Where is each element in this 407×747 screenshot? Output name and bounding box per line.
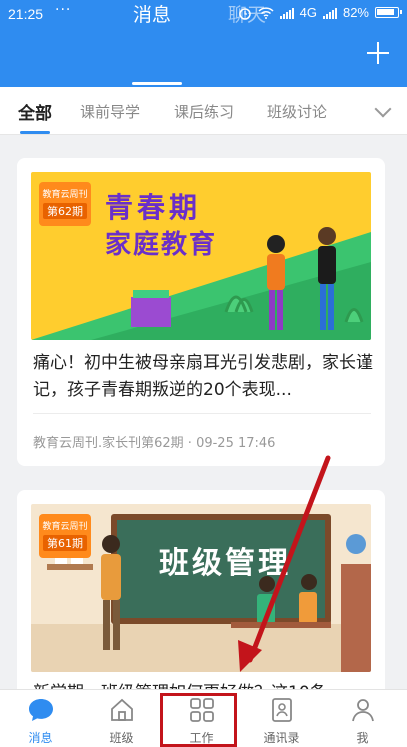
status-bar: 21:25 ··· 4G 82%: [0, 0, 407, 28]
issue-badge: 教育云周刊 第62期: [39, 182, 91, 226]
status-time: 21:25: [8, 6, 44, 22]
badge-issue: 第61期: [43, 535, 87, 551]
badge-publication: 教育云周刊: [42, 190, 88, 200]
filter-tab-indicator: [20, 131, 50, 134]
battery-icon: [375, 7, 402, 18]
banner-headline-2: 家庭教育: [105, 230, 218, 260]
issue-badge: 教育云周刊 第61期: [39, 514, 91, 558]
nav-messages-label: 消息: [28, 731, 53, 745]
nav-class[interactable]: 班级: [81, 690, 162, 747]
status-dots: ···: [55, 2, 72, 18]
chevron-down-icon[interactable]: [374, 100, 392, 118]
banner-headline-1: 青春期: [105, 191, 202, 224]
filter-tab-preview[interactable]: 课前导学: [80, 101, 140, 122]
person-icon: [352, 699, 374, 722]
tab-messages[interactable]: 消息: [133, 0, 171, 27]
nav-me[interactable]: 我: [322, 690, 403, 747]
tab-chat[interactable]: 聊天: [228, 0, 266, 27]
divider: [33, 413, 371, 414]
network-type: 4G: [299, 5, 317, 20]
article-title[interactable]: 痛心！初中生被母亲扇耳光引发悲剧，家长谨记，孩子青春期叛逆的20个表现...: [33, 350, 373, 404]
signal-icon: [279, 7, 294, 19]
badge-issue: 第62期: [43, 203, 87, 219]
battery-percent: 82%: [342, 5, 369, 20]
article-meta: 教育云周刊.家长刊第62期 · 09-25 17:46: [33, 436, 276, 451]
add-icon[interactable]: [367, 42, 389, 64]
article-thumbnail: 教育云周刊 第61期 班级管理: [31, 504, 371, 672]
feed-card[interactable]: 教育云周刊 第61期 班级管理 新学期，班级管理如何更好做？这10条...: [17, 490, 385, 700]
article-thumbnail: 教育云周刊 第62期 青春期 家庭教育: [31, 172, 371, 340]
feed-card[interactable]: 教育云周刊 第62期 青春期 家庭教育 痛心！初中生被母亲扇耳光引发悲剧，家长谨…: [17, 158, 385, 466]
banner-headline-1: 班级管理: [159, 546, 291, 581]
filter-tab-all[interactable]: 全部: [18, 99, 52, 124]
house-icon: [111, 698, 133, 721]
filter-tabs: 全部 课前导学 课后练习 班级讨论: [0, 87, 407, 135]
filter-tab-exercise[interactable]: 课后练习: [174, 101, 234, 122]
nav-contacts-label: 通讯录: [263, 731, 300, 745]
filter-tab-discussion[interactable]: 班级讨论: [267, 101, 327, 122]
chat-bubble-icon: [29, 699, 53, 721]
badge-publication: 教育云周刊: [42, 522, 88, 532]
app-header: 21:25 ··· 4G 82% 消息 聊天: [0, 0, 407, 87]
contacts-icon: [272, 698, 292, 722]
highlight-box: [160, 693, 237, 747]
nav-me-label: 我: [356, 731, 369, 745]
active-tab-indicator: [132, 82, 182, 85]
nav-contacts[interactable]: 通讯录: [241, 690, 322, 747]
nav-class-label: 班级: [109, 731, 134, 745]
signal-icon-2: [322, 7, 337, 19]
nav-messages[interactable]: 消息: [0, 690, 81, 747]
